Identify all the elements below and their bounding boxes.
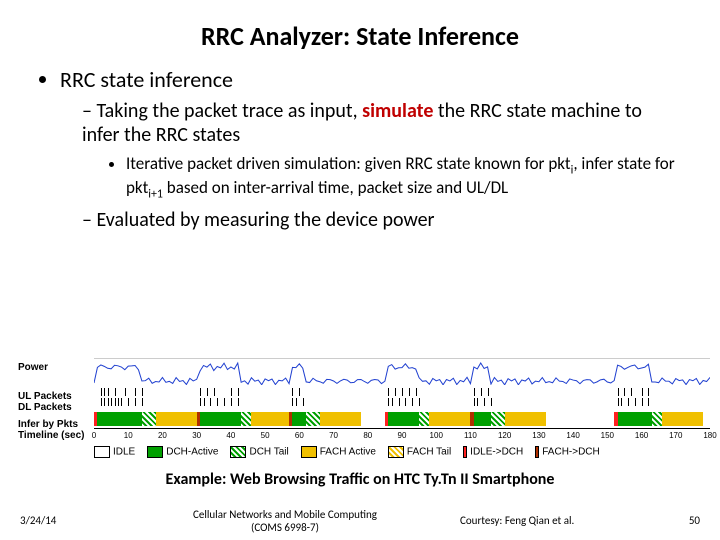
bullet-l2b: Evaluated by measuring the device power (82, 208, 680, 232)
timeline-figure: Power UL Packets DL Packets Infer by Pkt… (18, 358, 710, 466)
l3a-a: Iterative packet driven simulation: give… (126, 153, 571, 174)
legend-fachtail: FACH Tail (388, 446, 451, 458)
bullet-l3a: Iterative packet driven simulation: give… (126, 153, 680, 202)
state-bar (94, 412, 710, 426)
ylabel-infer2: Timeline (sec) (18, 430, 85, 441)
footer-course: Cellular Networks and Mobile Computing (… (110, 508, 460, 534)
slide-title: RRC Analyzer: State Inference (0, 0, 720, 66)
legend: IDLE DCH-Active DCH Tail FACH Active FAC… (94, 446, 710, 458)
l3a-sub2: i+1 (148, 188, 163, 202)
legend-dchtail-label: DCH Tail (249, 447, 288, 458)
power-trace (94, 358, 710, 384)
footer-course-l1: Cellular Networks and Mobile Computing (110, 508, 460, 521)
legend-idle-label: IDLE (113, 447, 135, 458)
ylabel-dl: DL Packets (18, 402, 85, 413)
slide-body: RRC state inference Taking the packet tr… (0, 66, 720, 232)
legend-idle: IDLE (94, 446, 135, 458)
x-axis: 0102030405060708090100110120130140150160… (94, 428, 710, 442)
legend-fachdch-label: FACH->DCH (542, 447, 600, 458)
legend-fach-label: FACH Active (320, 447, 376, 458)
ylabel-ul: UL Packets (18, 391, 85, 402)
legend-fachtail-label: FACH Tail (407, 447, 451, 458)
footer-credit: Courtesy: Feng Qian et al. (460, 514, 660, 527)
slide-number: 50 (660, 514, 700, 527)
legend-dch-label: DCH-Active (166, 447, 218, 458)
l2a-highlight: simulate (362, 99, 433, 123)
bullet-l1: RRC state inference Taking the packet tr… (60, 66, 680, 232)
l3a-post: based on inter-arrival time, packet size… (163, 177, 508, 198)
footer-course-l2: (COMS 6998-7) (110, 521, 460, 534)
legend-dchtail: DCH Tail (230, 446, 288, 458)
legend-dch: DCH-Active (147, 446, 218, 458)
legend-idledch-label: IDLE->DCH (470, 447, 523, 458)
legend-idledch: IDLE->DCH (463, 446, 523, 458)
l2b-text: Evaluated by measuring the device power (96, 208, 434, 232)
bullet-l1-text: RRC state inference (60, 66, 233, 93)
bullet-l2a: Taking the packet trace as input, simula… (82, 99, 680, 202)
legend-fach: FACH Active (301, 446, 376, 458)
figure-caption: Example: Web Browsing Traffic on HTC Ty.… (0, 470, 720, 489)
figure-y-labels: Power UL Packets DL Packets Infer by Pkt… (18, 358, 85, 441)
l2a-pre: Taking the packet trace as input, (96, 99, 362, 123)
packet-ticks (94, 388, 710, 408)
ylabel-power: Power (18, 362, 85, 373)
ylabel-infer1: Infer by Pkts (18, 419, 85, 430)
legend-fachdch: FACH->DCH (535, 446, 600, 458)
footer-date: 3/24/14 (20, 514, 110, 527)
slide-footer: 3/24/14 Cellular Networks and Mobile Com… (0, 508, 720, 534)
